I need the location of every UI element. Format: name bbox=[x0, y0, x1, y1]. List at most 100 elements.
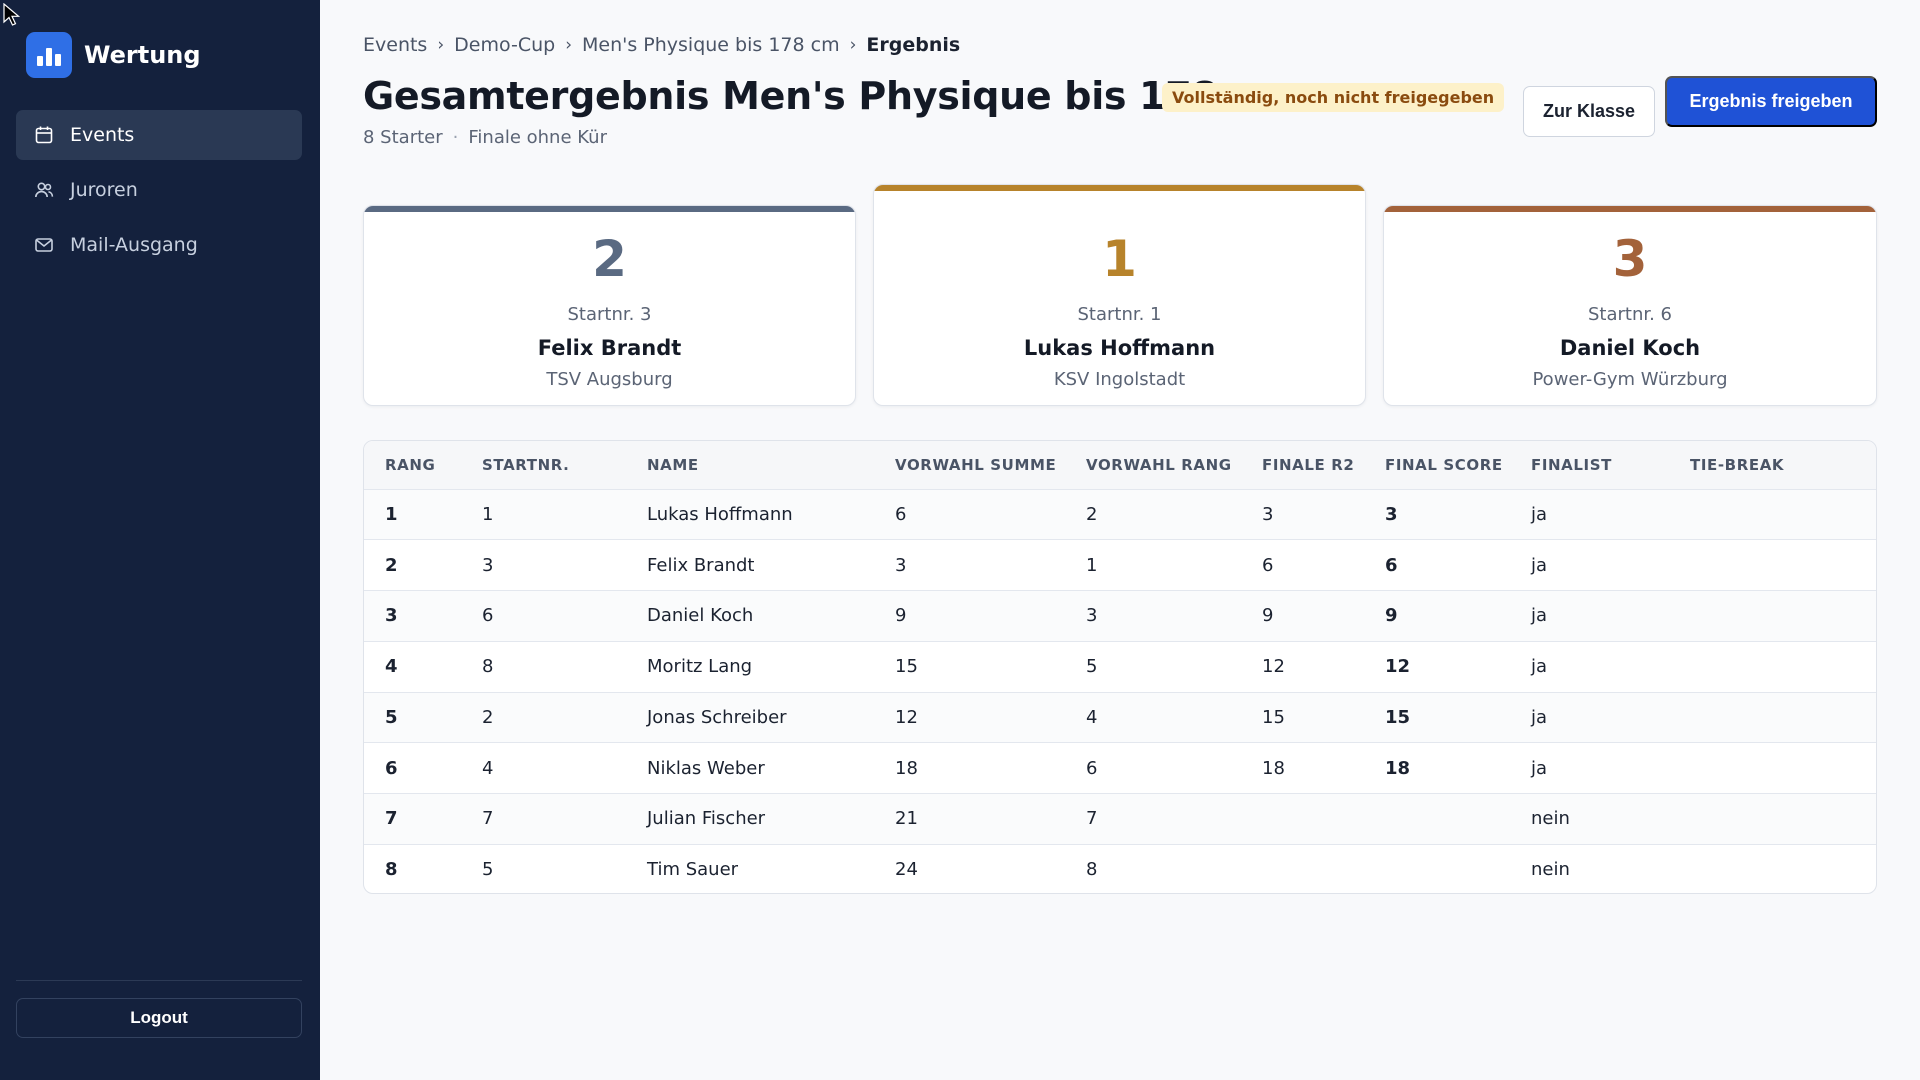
cell-finale-r2: 3 bbox=[1262, 503, 1274, 525]
cell-vorwahl-summe: 9 bbox=[895, 605, 907, 627]
cell-name: Jonas Schreiber bbox=[647, 706, 787, 728]
table-row[interactable]: 6 4 Niklas Weber 18 6 18 18 ja bbox=[364, 742, 1876, 794]
col-header-rang[interactable]: RANG bbox=[364, 441, 482, 489]
podium-topbar bbox=[874, 185, 1365, 191]
cell-name: Daniel Koch bbox=[647, 605, 754, 627]
cell-startnr: 2 bbox=[482, 706, 494, 728]
breadcrumb-class[interactable]: Men's Physique bis 178 cm bbox=[582, 34, 840, 56]
col-header-name[interactable]: NAME bbox=[647, 441, 895, 489]
cell-final-score: 9 bbox=[1385, 605, 1398, 627]
cell-rang: 7 bbox=[385, 808, 398, 830]
sidebar-item-label: Events bbox=[70, 124, 135, 146]
cell-rang: 6 bbox=[385, 757, 398, 779]
cell-finalist: ja bbox=[1531, 706, 1548, 728]
cell-vorwahl-rang: 4 bbox=[1086, 706, 1098, 728]
breadcrumb-current: Ergebnis bbox=[866, 34, 961, 56]
podium-athlete-name: Daniel Koch bbox=[1559, 336, 1701, 360]
table-row[interactable]: 7 7 Julian Fischer 21 7 nein bbox=[364, 793, 1876, 845]
cell-name: Lukas Hoffmann bbox=[647, 503, 793, 525]
podium-startnr: Startnr. 1 bbox=[1077, 304, 1162, 325]
status-badge: Vollständig, noch nicht freigegeben bbox=[1162, 83, 1505, 112]
table-row[interactable]: 2 3 Felix Brandt 3 1 6 6 ja bbox=[364, 539, 1876, 591]
cell-vorwahl-rang: 8 bbox=[1086, 859, 1098, 881]
cell-tie-break bbox=[1690, 591, 1876, 642]
col-header-vorwahl-summe[interactable]: VORWAHL SUMME bbox=[895, 441, 1086, 489]
cell-startnr: 6 bbox=[482, 605, 494, 627]
brand[interactable]: Wertung bbox=[26, 32, 201, 78]
back-to-class-button[interactable]: Zur Klasse bbox=[1523, 86, 1655, 137]
podium-card-first: 1 Startnr. 1 Lukas Hoffmann KSV Ingolsta… bbox=[873, 184, 1366, 406]
podium-club: TSV Augsburg bbox=[546, 369, 673, 390]
table-row[interactable]: 1 1 Lukas Hoffmann 6 2 3 3 ja bbox=[364, 489, 1876, 540]
separator-dot: · bbox=[452, 127, 459, 148]
table-row[interactable]: 5 2 Jonas Schreiber 12 4 15 15 ja bbox=[364, 692, 1876, 743]
cell-name: Niklas Weber bbox=[647, 757, 765, 779]
podium-club: Power-Gym Würzburg bbox=[1532, 369, 1728, 390]
podium-club: KSV Ingolstadt bbox=[1053, 369, 1186, 390]
cell-vorwahl-summe: 15 bbox=[895, 656, 918, 678]
sidebar-item-mail-ausgang[interactable]: Mail-Ausgang bbox=[16, 220, 302, 270]
table-row[interactable]: 8 5 Tim Sauer 24 8 nein bbox=[364, 844, 1876, 893]
cell-finale-r2 bbox=[1262, 794, 1385, 845]
podium-card-second: 2 Startnr. 3 Felix Brandt TSV Augsburg bbox=[363, 205, 856, 406]
podium-topbar bbox=[1384, 206, 1876, 212]
podium-athlete-name: Lukas Hoffmann bbox=[1023, 336, 1216, 360]
table-row[interactable]: 3 6 Daniel Koch 9 3 9 9 ja bbox=[364, 590, 1876, 642]
breadcrumb-events[interactable]: Events bbox=[363, 34, 427, 56]
col-header-startnr[interactable]: STARTNR. bbox=[482, 441, 647, 489]
cell-finale-r2: 15 bbox=[1262, 706, 1285, 728]
cell-name: Tim Sauer bbox=[647, 859, 739, 881]
app-name: Wertung bbox=[84, 41, 201, 69]
cell-startnr: 3 bbox=[482, 554, 494, 576]
breadcrumb-demo-cup[interactable]: Demo-Cup bbox=[454, 34, 555, 56]
cell-vorwahl-summe: 12 bbox=[895, 706, 918, 728]
page-title: Gesamtergebnis Men's Physique bis 178 cm bbox=[363, 74, 1293, 118]
cell-finale-r2: 6 bbox=[1262, 554, 1274, 576]
cell-finalist: nein bbox=[1531, 808, 1570, 830]
results-table: RANG STARTNR. NAME VORWAHL SUMME VORWAHL… bbox=[363, 440, 1877, 894]
mouse-cursor-icon bbox=[3, 3, 21, 26]
sidebar: Wertung Events Juroren Mail-Ausgang Logo… bbox=[0, 0, 320, 1080]
col-header-vorwahl-rang[interactable]: VORWAHL RANG bbox=[1086, 441, 1262, 489]
col-header-finale-r2[interactable]: FINALE R2 bbox=[1262, 441, 1385, 489]
col-header-final-score[interactable]: FINAL SCORE bbox=[1385, 441, 1531, 489]
table-row[interactable]: 4 8 Moritz Lang 15 5 12 12 ja bbox=[364, 641, 1876, 692]
cell-vorwahl-summe: 6 bbox=[895, 503, 907, 525]
logout-button[interactable]: Logout bbox=[16, 998, 302, 1038]
cell-startnr: 7 bbox=[482, 808, 494, 830]
calendar-icon bbox=[34, 125, 54, 145]
podium-startnr: Startnr. 6 bbox=[1587, 304, 1673, 325]
cell-rang: 3 bbox=[385, 605, 398, 627]
cell-startnr: 8 bbox=[482, 656, 494, 678]
cell-finalist: nein bbox=[1531, 859, 1570, 881]
cell-final-score: 6 bbox=[1385, 554, 1398, 576]
sidebar-item-label: Juroren bbox=[70, 179, 138, 201]
col-header-tie-break[interactable]: TIE-BREAK bbox=[1690, 441, 1876, 489]
users-icon bbox=[34, 180, 54, 200]
podium-card-third: 3 Startnr. 6 Daniel Koch Power-Gym Würzb… bbox=[1383, 205, 1877, 406]
breadcrumb-separator-icon: › bbox=[849, 35, 857, 55]
podium-place: 3 bbox=[1612, 230, 1648, 288]
cell-rang: 2 bbox=[385, 554, 398, 576]
sidebar-divider bbox=[16, 980, 302, 981]
sidebar-item-events[interactable]: Events bbox=[16, 110, 302, 160]
cell-vorwahl-rang: 2 bbox=[1086, 503, 1098, 525]
breadcrumb-separator-icon: › bbox=[565, 35, 572, 55]
podium-place: 1 bbox=[1102, 230, 1137, 288]
final-mode: Finale ohne Kür bbox=[468, 127, 607, 148]
podium-athlete-name: Felix Brandt bbox=[537, 336, 682, 360]
cell-startnr: 1 bbox=[482, 503, 494, 525]
cell-vorwahl-rang: 6 bbox=[1086, 757, 1098, 779]
cell-vorwahl-summe: 18 bbox=[895, 757, 918, 779]
cell-finale-r2 bbox=[1262, 844, 1385, 893]
sidebar-item-label: Mail-Ausgang bbox=[70, 234, 198, 256]
sidebar-item-juroren[interactable]: Juroren bbox=[16, 165, 302, 215]
col-header-finalist[interactable]: FINALIST bbox=[1531, 441, 1690, 489]
starter-count: 8 Starter bbox=[363, 127, 443, 148]
publish-result-button[interactable]: Ergebnis freigeben bbox=[1665, 76, 1877, 127]
table-header-row: RANG STARTNR. NAME VORWAHL SUMME VORWAHL… bbox=[364, 441, 1876, 489]
cell-vorwahl-rang: 1 bbox=[1086, 554, 1098, 576]
cell-rang: 4 bbox=[385, 656, 398, 678]
cell-final-score: 3 bbox=[1385, 503, 1398, 525]
cell-rang: 5 bbox=[385, 706, 398, 728]
